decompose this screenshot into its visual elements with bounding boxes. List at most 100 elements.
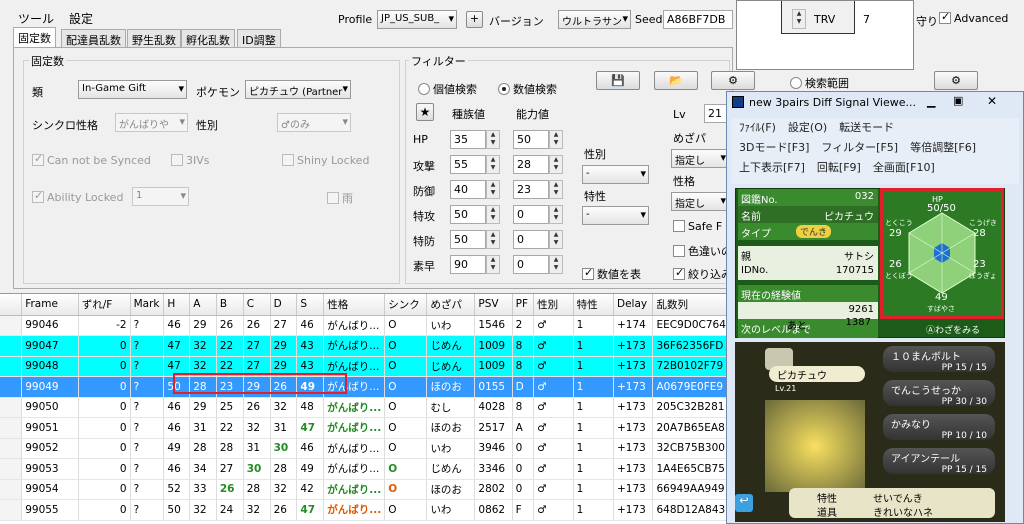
- viewer-menu-row[interactable]: 3Dモード[F3] フィルター[F5] 等倍調整[F6]: [731, 138, 1019, 158]
- menu-tools[interactable]: ツール: [18, 10, 54, 27]
- ability-select[interactable]: 1: [132, 187, 189, 206]
- stat-value-input[interactable]: 0: [513, 205, 549, 224]
- base-stat-input[interactable]: 50: [450, 230, 486, 249]
- tab-id[interactable]: ID調整: [237, 29, 281, 47]
- advanced-checkbox[interactable]: Advanced: [939, 10, 1008, 25]
- rain-checkbox[interactable]: 雨: [327, 190, 353, 206]
- star-button[interactable]: ★: [416, 103, 434, 121]
- ability-locked-checkbox[interactable]: Ability Locked: [32, 189, 123, 204]
- base-stat-input[interactable]: 90: [450, 255, 486, 274]
- row-header-cell[interactable]: [0, 458, 23, 480]
- stat-value-spinner[interactable]: ▲ ▼: [549, 205, 563, 224]
- column-header[interactable]: PSV: [474, 294, 513, 316]
- column-header[interactable]: B: [216, 294, 244, 316]
- stat-value-spinner[interactable]: ▲ ▼: [549, 180, 563, 199]
- table-row[interactable]: 99054 0? 52 33 26 28 32 42 がんばり... O ほのお 2802 0 ♂ 1 +17…: [0, 479, 730, 500]
- base-stat-input[interactable]: 35: [450, 130, 486, 149]
- base-stat-spinner[interactable]: ▲ ▼: [486, 180, 500, 199]
- row-header-cell[interactable]: [0, 335, 23, 357]
- stat-value-input[interactable]: 0: [513, 230, 549, 249]
- stat-value-input[interactable]: 23: [513, 180, 549, 199]
- iv-search-radio[interactable]: 個値検索: [418, 81, 477, 97]
- shiny-locked-checkbox[interactable]: Shiny Locked: [282, 154, 369, 167]
- row-header-cell[interactable]: [0, 438, 23, 459]
- viewer-menu-item[interactable]: 3Dモード[F3]: [739, 141, 809, 154]
- base-stat-input[interactable]: 50: [450, 205, 486, 224]
- table-row[interactable]: 99046 -2? 46 29 26 26 27 46 がんばり... O いわ 1546 2 ♂ 1 +17…: [0, 315, 730, 336]
- pokemon-select[interactable]: ピカチュウ (Partner: [245, 80, 351, 99]
- trv-spinner[interactable]: ▲ ▼: [792, 9, 806, 29]
- tokusei-select[interactable]: -: [582, 206, 649, 225]
- base-stat-spinner[interactable]: ▲ ▼: [486, 155, 500, 174]
- base-stat-spinner[interactable]: ▲ ▼: [486, 205, 500, 224]
- column-header[interactable]: D: [270, 294, 298, 316]
- base-stat-spinner[interactable]: ▲ ▼: [486, 130, 500, 149]
- column-header[interactable]: H: [163, 294, 191, 316]
- base-stat-spinner[interactable]: ▲ ▼: [486, 230, 500, 249]
- sync-select[interactable]: がんばりや: [115, 113, 188, 132]
- column-header[interactable]: 性格: [323, 294, 386, 316]
- irochigai-checkbox[interactable]: 色違いの: [673, 243, 732, 259]
- row-header-cell[interactable]: [0, 356, 23, 377]
- row-header-cell[interactable]: [0, 397, 23, 418]
- stat-show-checkbox[interactable]: 数値を表: [582, 266, 641, 282]
- base-stat-input[interactable]: 55: [450, 155, 486, 174]
- stat-value-spinner[interactable]: ▲ ▼: [549, 230, 563, 249]
- base-stat-spinner[interactable]: ▲ ▼: [486, 255, 500, 274]
- table-row[interactable]: 99055 0? 50 32 24 32 26 47 がんばり... O いわ 0862 F ♂ 1 +173…: [0, 499, 730, 521]
- column-header[interactable]: めざパ: [426, 294, 476, 316]
- menu-settings[interactable]: 設定: [69, 10, 93, 27]
- row-header-cell[interactable]: [0, 479, 23, 500]
- stat-value-input[interactable]: 50: [513, 130, 549, 149]
- table-row[interactable]: 99049 0? 50 28 23 29 26 49 がんばり... O ほのお 0155 D ♂ 1 +17…: [0, 376, 730, 398]
- viewer-menu-row[interactable]: ﾌｧｲﾙ(F) 設定(O) 転送モード: [731, 118, 1019, 138]
- open-button[interactable]: 📂: [654, 71, 698, 90]
- profile-select[interactable]: JP_US_SUB_: [377, 10, 457, 29]
- column-header[interactable]: C: [243, 294, 271, 316]
- safe-checkbox[interactable]: Safe F: [673, 220, 722, 233]
- column-header[interactable]: S: [296, 294, 325, 316]
- column-header[interactable]: PF: [512, 294, 535, 316]
- column-header[interactable]: Frame: [21, 294, 79, 316]
- column-header[interactable]: A: [189, 294, 217, 316]
- stat-value-input[interactable]: 28: [513, 155, 549, 174]
- table-row[interactable]: 99052 0? 49 28 28 31 30 46 がんばり... O いわ 3946 0 ♂ 1 +173…: [0, 438, 730, 459]
- column-header[interactable]: 性別: [533, 294, 574, 316]
- gender-select[interactable]: ♂のみ: [277, 113, 351, 132]
- tab-fixed[interactable]: 固定数: [13, 27, 56, 48]
- shiborikomi-checkbox[interactable]: 絞り込み: [673, 266, 732, 282]
- result-grid[interactable]: Frame ずれ/F Mark H A B C D S 性格 シンク めざパ PSV PF 性別 特性 Dela…: [0, 293, 730, 524]
- row-header-cell[interactable]: [0, 376, 23, 398]
- column-header[interactable]: Delay: [613, 294, 654, 316]
- tab-delivery[interactable]: 配達員乱数: [61, 29, 126, 47]
- viewer-menu-item[interactable]: 設定(O): [788, 121, 827, 134]
- table-row[interactable]: 99048 0? 47 32 22 27 29 43 がんばり... O じめん 1009 8 ♂ 1 +17…: [0, 356, 730, 377]
- column-header[interactable]: シンク: [384, 294, 428, 316]
- back-icon[interactable]: ↩: [735, 494, 753, 512]
- table-row[interactable]: 99051 0? 46 31 22 32 31 47 がんばり... O ほのお 2517 A ♂ 1 +17…: [0, 417, 730, 439]
- seibetsu-select[interactable]: -: [582, 165, 649, 184]
- viewer-menu-item[interactable]: 全画面[F10]: [873, 161, 935, 174]
- viewer-menu-row[interactable]: 上下表示[F7] 回転[F9] 全画面[F10]: [731, 158, 1019, 178]
- kind-select[interactable]: In-Game Gift: [78, 80, 187, 99]
- save-button[interactable]: 💾: [596, 71, 640, 90]
- minimize-icon[interactable]: ▁: [927, 95, 935, 108]
- range-settings-button[interactable]: ⚙: [934, 71, 978, 90]
- stat-value-spinner[interactable]: ▲ ▼: [549, 155, 563, 174]
- cannot-sync-checkbox[interactable]: Can not be Synced: [32, 152, 151, 167]
- viewer-menu-item[interactable]: 回転[F9]: [817, 161, 861, 174]
- table-row[interactable]: 99050 0? 46 29 25 26 32 48 がんばり... O むし 4028 8 ♂ 1 +173…: [0, 397, 730, 418]
- stat-search-radio[interactable]: 数値検索: [498, 81, 557, 97]
- table-row[interactable]: 99047 0? 47 32 22 27 29 43 がんばり... O じめん 1009 8 ♂ 1 +17…: [0, 335, 730, 357]
- search-range-radio[interactable]: 検索範囲: [790, 75, 849, 91]
- viewer-menu-item[interactable]: ﾌｧｲﾙ(F): [739, 121, 776, 134]
- seikaku-select[interactable]: 指定し: [671, 192, 729, 211]
- three-ivs-checkbox[interactable]: 3IVs: [171, 154, 210, 167]
- maximize-icon[interactable]: ▣: [953, 94, 963, 107]
- column-header[interactable]: Mark: [130, 294, 165, 316]
- row-header-cell[interactable]: [0, 315, 23, 336]
- lv-input[interactable]: 21: [704, 104, 728, 123]
- settings-button[interactable]: ⚙: [711, 71, 755, 90]
- close-icon[interactable]: ✕: [987, 94, 997, 108]
- seed-input[interactable]: A86BF7DB: [663, 10, 733, 29]
